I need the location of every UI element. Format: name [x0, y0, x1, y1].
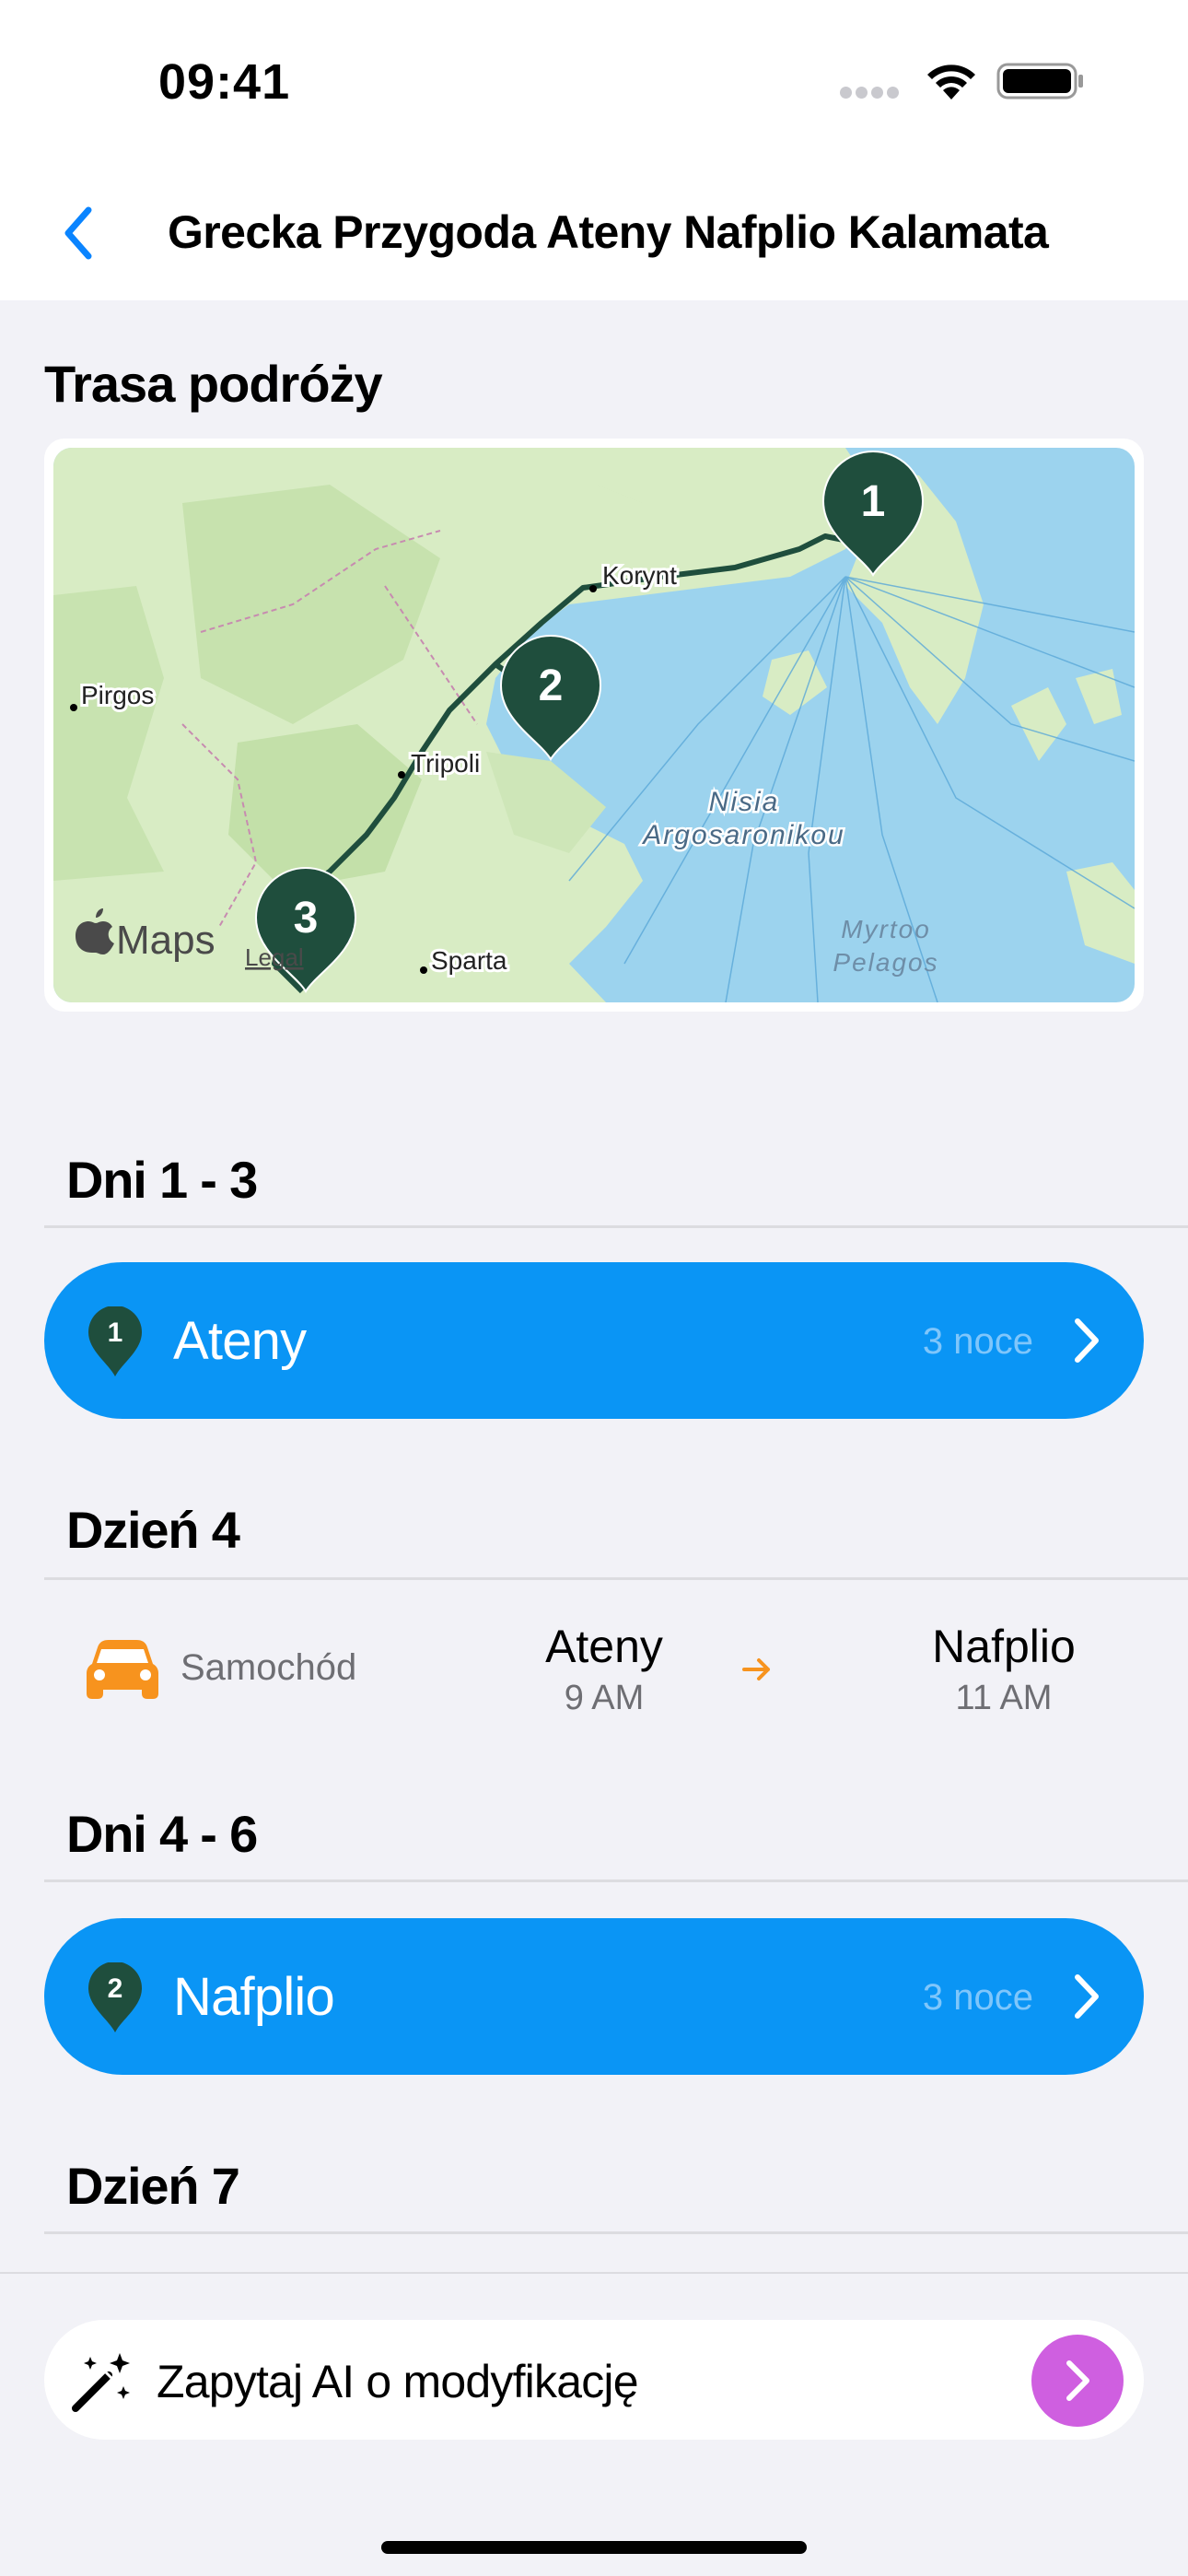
map-label-myrtoo: Myrtoo — [841, 915, 931, 943]
cellular-signal-icon — [840, 87, 904, 100]
city-row-ateny[interactable]: 1 Ateny 3 noce — [44, 1262, 1144, 1419]
transport-mode: Samochód — [181, 1647, 357, 1688]
city-nights: 3 noce — [922, 1977, 1033, 2018]
city-stop-number: 1 — [108, 1317, 123, 1348]
arrival-city: Nafplio — [932, 1621, 1076, 1672]
chevron-right-icon — [1075, 1318, 1099, 1363]
route-map[interactable]: Korynt Pirgos Tripoli Sparta Nisia Argos… — [53, 448, 1135, 1002]
map-pin-2-number: 2 — [539, 662, 564, 710]
map-pin-icon: 2 — [88, 1962, 142, 2032]
battery-icon — [996, 63, 1083, 100]
map-pin-icon: 1 — [88, 1306, 142, 1376]
map-label-sparta: Sparta — [431, 946, 507, 975]
home-indicator — [381, 2541, 807, 2554]
day-heading: Dzień 4 — [66, 1501, 240, 1559]
wifi-icon — [927, 64, 975, 100]
map-label-pelagos: Pelagos — [833, 948, 938, 977]
ask-ai-send-button[interactable] — [1031, 2335, 1124, 2427]
day-heading: Dni 4 - 6 — [66, 1805, 258, 1863]
trip-screen: 09:41 Grecka Przygoda Ateny Nafplio Kala… — [0, 0, 1188, 2576]
status-bar: 09:41 — [0, 0, 1188, 166]
ask-ai-bar[interactable]: Zapytaj AI o modyfikację — [44, 2320, 1144, 2440]
day-heading: Dzień 7 — [66, 2157, 240, 2215]
route-map-card[interactable]: Korynt Pirgos Tripoli Sparta Nisia Argos… — [44, 439, 1144, 1012]
map-pin-1-number: 1 — [861, 477, 886, 526]
divider — [44, 1225, 1188, 1228]
city-stop-number: 2 — [108, 1973, 123, 2004]
chevron-right-icon — [1066, 2360, 1089, 2401]
day-heading: Dni 1 - 3 — [66, 1151, 258, 1209]
status-time: 09:41 — [158, 54, 291, 110]
city-nights: 3 noce — [922, 1321, 1033, 1362]
city-name: Ateny — [173, 1311, 307, 1371]
trip-title: Grecka Przygoda Ateny Nafplio Kalamata — [168, 206, 1049, 258]
route-heading: Trasa podróży — [44, 355, 383, 413]
car-icon — [87, 1640, 158, 1699]
ask-ai-label: Zapytaj AI o modyfikację — [157, 2356, 639, 2407]
map-label-tripoli: Tripoli — [411, 749, 480, 778]
divider — [44, 1577, 1188, 1580]
departure-city: Ateny — [545, 1621, 663, 1672]
city-name: Nafplio — [173, 1967, 335, 2027]
chevron-right-icon — [1075, 1974, 1099, 2019]
maps-legal-link[interactable]: Legal — [245, 943, 304, 971]
map-label-argosaronikou: Argosaronikou — [641, 820, 844, 850]
divider — [44, 1879, 1188, 1882]
map-label-pirgos: Pirgos — [81, 681, 154, 709]
navigation-bar: Grecka Przygoda Ateny Nafplio Kalamata — [0, 166, 1188, 300]
map-label-nisia: Nisia — [709, 787, 780, 817]
city-row-nafplio[interactable]: 2 Nafplio 3 noce — [44, 1918, 1144, 2075]
transport-row[interactable]: Samochód Ateny 9 AM Nafplio 11 AM — [44, 1603, 1144, 1741]
maps-brand: Maps — [116, 918, 215, 963]
arrival-time: 11 AM — [955, 1679, 1053, 1717]
arrow-right-icon — [742, 1658, 770, 1680]
magic-wand-icon — [72, 2353, 130, 2412]
departure-time: 9 AM — [564, 1679, 645, 1717]
divider — [44, 2231, 1188, 2234]
map-label-korynt: Korynt — [602, 561, 677, 590]
map-pin-3-number: 3 — [294, 894, 319, 943]
back-chevron-icon[interactable] — [57, 201, 98, 265]
